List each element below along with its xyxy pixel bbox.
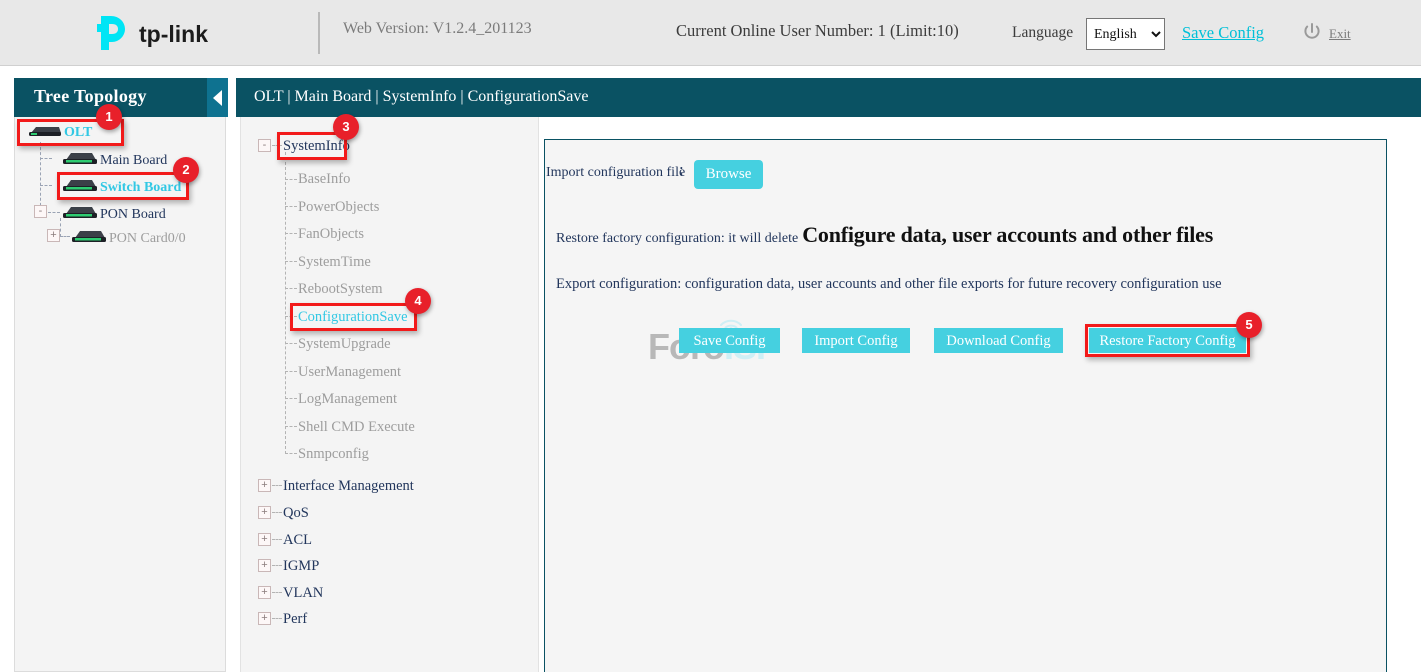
tree-node-label: Main Board	[100, 153, 167, 168]
annotation-highlight-5	[1085, 324, 1250, 357]
menu-toggle-qos[interactable]: +	[258, 506, 271, 519]
import-config-button[interactable]: Import Config	[802, 328, 910, 353]
annotation-highlight-4	[290, 303, 417, 331]
tree-node-label: PON Board	[100, 207, 166, 222]
breadcrumb: OLT | Main Board | SystemInfo | Configur…	[254, 88, 588, 106]
menu-connector	[285, 398, 297, 399]
tree-collapse-button[interactable]	[207, 78, 228, 117]
menu-connector	[285, 179, 297, 180]
export-config-description: Export configuration: configuration data…	[556, 276, 1222, 293]
save-config-button[interactable]: Save Config	[679, 328, 780, 353]
restore-factory-description: Restore factory configuration: it will d…	[556, 222, 1213, 248]
import-config-colon: :	[679, 160, 684, 180]
import-config-label: Import configuration file	[546, 165, 685, 181]
header-divider	[318, 12, 320, 54]
menu-connector	[285, 343, 297, 344]
menu-connector	[272, 485, 282, 486]
menu-item-usermanagement[interactable]: UserManagement	[298, 364, 401, 381]
menu-connector	[285, 453, 297, 454]
tree-connector-h3	[48, 212, 60, 213]
device-icon	[71, 229, 107, 248]
svg-text:tp-link: tp-link	[139, 21, 208, 47]
annotation-badge-1: 1	[96, 104, 122, 130]
menu-item-interface-management[interactable]: Interface Management	[283, 478, 414, 495]
tree-node-label: PON Card0/0	[109, 231, 186, 246]
menu-item-systemupgrade[interactable]: SystemUpgrade	[298, 336, 391, 353]
configuration-save-panel	[544, 139, 1387, 672]
annotation-badge-5: 5	[1236, 312, 1262, 338]
tree-connector-h1	[40, 158, 52, 159]
menu-connector	[285, 206, 297, 207]
menu-item-igmp[interactable]: IGMP	[283, 558, 319, 575]
menu-toggle-perf[interactable]: +	[258, 612, 271, 625]
menu-toggle-interface-management[interactable]: +	[258, 479, 271, 492]
download-config-button[interactable]: Download Config	[934, 328, 1063, 353]
device-icon	[62, 151, 98, 170]
menu-connector	[272, 592, 282, 593]
restore-description-prefix: Restore factory configuration: it will d…	[556, 231, 798, 246]
menu-connector	[272, 512, 282, 513]
menu-item-snmpconfig[interactable]: Snmpconfig	[298, 446, 369, 463]
menu-toggle-igmp[interactable]: +	[258, 559, 271, 572]
menu-item-rebootsystem[interactable]: RebootSystem	[298, 281, 383, 298]
language-label: Language	[1012, 24, 1073, 42]
tree-toggle-pon-board[interactable]: -	[34, 205, 47, 218]
tree-node-pon-card[interactable]: PON Card0/0	[71, 229, 186, 248]
menu-item-qos[interactable]: QoS	[283, 505, 309, 522]
menu-item-vlan[interactable]: VLAN	[283, 585, 323, 602]
app-header: tp-link Web Version: V1.2.4_201123 Curre…	[0, 0, 1421, 66]
language-select[interactable]: English	[1086, 18, 1165, 50]
menu-item-acl[interactable]: ACL	[283, 532, 312, 549]
tree-connector-h4	[60, 236, 70, 237]
menu-toggle-systeminfo[interactable]: -	[258, 139, 271, 152]
web-version-text: Web Version: V1.2.4_201123	[343, 20, 532, 38]
menu-connector	[285, 233, 297, 234]
header-save-config-link[interactable]: Save Config	[1182, 23, 1264, 43]
tree-toggle-pon-card[interactable]: +	[47, 229, 60, 242]
browse-button[interactable]: Browse	[694, 160, 763, 189]
annotation-badge-4: 4	[405, 288, 431, 314]
menu-item-baseinfo[interactable]: BaseInfo	[298, 171, 350, 188]
tree-node-pon-board[interactable]: PON Board	[62, 205, 166, 224]
menu-connector	[285, 288, 297, 289]
menu-item-shell-cmd-execute[interactable]: Shell CMD Execute	[298, 419, 415, 436]
tplink-logo: tp-link	[97, 12, 227, 54]
tree-connector-h2	[40, 185, 52, 186]
page-root: tp-link Web Version: V1.2.4_201123 Curre…	[0, 0, 1421, 672]
annotation-badge-3: 3	[333, 114, 359, 140]
menu-connector	[285, 371, 297, 372]
tree-node-main-board[interactable]: Main Board	[62, 151, 167, 170]
menu-connector	[285, 426, 297, 427]
power-icon	[1303, 22, 1321, 42]
menu-connector	[285, 261, 297, 262]
menu-connector	[272, 565, 282, 566]
online-user-count: Current Online User Number: 1 (Limit:10)	[676, 21, 959, 41]
device-icon	[62, 205, 98, 224]
menu-toggle-acl[interactable]: +	[258, 533, 271, 546]
menu-tree-spine	[285, 152, 286, 454]
menu-item-systemtime[interactable]: SystemTime	[298, 254, 371, 271]
tree-topology-title: Tree Topology	[34, 86, 147, 107]
menu-item-powerobjects[interactable]: PowerObjects	[298, 199, 379, 216]
menu-toggle-vlan[interactable]: +	[258, 586, 271, 599]
menu-connector	[272, 539, 282, 540]
menu-item-perf[interactable]: Perf	[283, 611, 307, 628]
tree-connector-v2	[60, 218, 61, 237]
annotation-badge-2: 2	[173, 157, 199, 183]
restore-description-emphasis: Configure data, user accounts and other …	[802, 222, 1213, 247]
menu-item-fanobjects[interactable]: FanObjects	[298, 226, 364, 243]
menu-item-logmanagement[interactable]: LogManagement	[298, 391, 397, 408]
annotation-highlight-2	[57, 172, 189, 200]
exit-link[interactable]: Exit	[1329, 26, 1351, 42]
menu-connector	[272, 618, 282, 619]
